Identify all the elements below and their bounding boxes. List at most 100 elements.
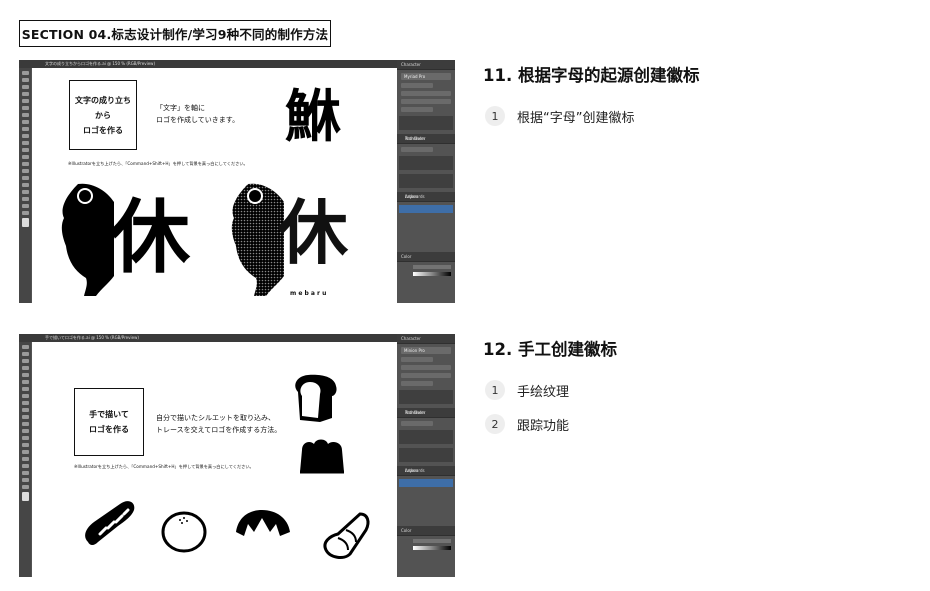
- leading-field[interactable]: [401, 373, 451, 378]
- artboard-tool-icon[interactable]: [21, 197, 29, 201]
- shape-builder-tool-icon[interactable]: [21, 443, 29, 447]
- snap-to-glyph[interactable]: [401, 107, 433, 112]
- font-style-field[interactable]: [401, 83, 433, 88]
- shape-mode-buttons[interactable]: [399, 156, 453, 170]
- line-tool-icon[interactable]: [21, 113, 29, 117]
- rotate-tool-icon[interactable]: [21, 422, 29, 426]
- pen-tool-icon[interactable]: [21, 373, 29, 377]
- direct-selection-tool-icon[interactable]: [21, 78, 29, 82]
- rotate-tool-icon[interactable]: [21, 148, 29, 152]
- magic-wand-tool-icon[interactable]: [21, 359, 29, 363]
- fill-stroke-icon[interactable]: [21, 492, 29, 501]
- canvas-caption: 「文字」を軸に ロゴを作成していきます。: [156, 104, 240, 124]
- blend-tool-icon[interactable]: [21, 190, 29, 194]
- lasso-tool-icon[interactable]: [21, 92, 29, 96]
- rectangle-tool-icon[interactable]: [21, 394, 29, 398]
- fill-stroke-icon[interactable]: [21, 218, 29, 227]
- blend-tool-icon[interactable]: [21, 464, 29, 468]
- bread-loaf-icon: [295, 374, 337, 422]
- artboard-canvas[interactable]: 文字の成り立ち から ロゴを作る 「文字」を軸に ロゴを作成していきます。 ※I…: [32, 68, 397, 303]
- right-panels: Character Minion Pro Transform Pathfinde…: [397, 334, 455, 577]
- pathfinder-buttons[interactable]: [399, 448, 453, 462]
- snap-to-glyph[interactable]: [401, 381, 433, 386]
- artboard-canvas[interactable]: 手で描いて ロゴを作る 自分で描いたシルエットを取り込み、 トレースを交えてロゴ…: [32, 342, 397, 577]
- eyedropper-tool-icon[interactable]: [21, 457, 29, 461]
- mebaru-subtext: m e b a r u: [290, 290, 327, 297]
- font-style-field[interactable]: [401, 357, 433, 362]
- scale-tool-icon[interactable]: [21, 155, 29, 159]
- logo-title-box: 文字の成り立ち から ロゴを作る: [69, 80, 137, 150]
- artboard-tool-icon[interactable]: [21, 471, 29, 475]
- layer-row[interactable]: [399, 205, 453, 213]
- paintbrush-tool-icon[interactable]: [21, 127, 29, 131]
- color-spectrum[interactable]: [413, 546, 451, 550]
- character-panel-tab[interactable]: Character: [397, 334, 455, 344]
- leading-field[interactable]: [401, 99, 451, 104]
- cornet-bread-icon: [323, 512, 370, 559]
- paintbrush-tool-icon[interactable]: [21, 401, 29, 405]
- kanji-large: 鮴: [285, 85, 341, 150]
- toolbar: [19, 68, 31, 303]
- pathfinder-panel-tab[interactable]: Transform Pathfinder: [397, 134, 455, 144]
- pathfinder-panel-tab[interactable]: Transform Pathfinder: [397, 408, 455, 418]
- selection-tool-icon[interactable]: [21, 71, 29, 75]
- scale-tool-icon[interactable]: [21, 429, 29, 433]
- type-tool-icon[interactable]: [21, 380, 29, 384]
- width-tool-icon[interactable]: [21, 436, 29, 440]
- list-number-badge: 2: [485, 414, 505, 434]
- kanji-part-solid: 休: [110, 191, 190, 284]
- list-number-badge: 1: [485, 106, 505, 126]
- list-item-text: 手绘纹理: [517, 384, 570, 400]
- hand-tool-icon[interactable]: [21, 478, 29, 482]
- font-size-field[interactable]: [401, 91, 451, 96]
- width-tool-icon[interactable]: [21, 162, 29, 166]
- direct-selection-tool-icon[interactable]: [21, 352, 29, 356]
- document-tab[interactable]: 手で描いてロゴを作る.ai @ 150 % (RGB/Preview): [19, 334, 397, 342]
- shape-mode-buttons[interactable]: [399, 430, 453, 444]
- list-item-text: 跟踪功能: [517, 418, 570, 434]
- selection-tool-icon[interactable]: [21, 345, 29, 349]
- pencil-tool-icon[interactable]: [21, 408, 29, 412]
- font-family-field[interactable]: Minion Pro: [401, 347, 451, 354]
- gradient-tool-icon[interactable]: [21, 176, 29, 180]
- color-panel-tab[interactable]: Color: [397, 252, 455, 262]
- illustrator-screenshot-2: 手で描いてロゴを作る.ai @ 150 % (RGB/Preview) 手で描い…: [19, 334, 455, 577]
- glyph-snap-buttons[interactable]: [399, 390, 453, 404]
- color-slider[interactable]: [413, 539, 451, 543]
- document-tab[interactable]: 文字の成り立ちからロゴを作る.ai @ 150 % (RGB/Preview): [19, 60, 397, 68]
- color-slider[interactable]: [413, 265, 451, 269]
- artboards-tab-label: Artboards: [405, 468, 425, 473]
- layers-panel-tab[interactable]: Layers Artboards: [397, 466, 455, 476]
- section-title: SECTION 04.标志设计制作/学习9种不同的制作方法: [19, 20, 331, 47]
- eraser-tool-icon[interactable]: [21, 415, 29, 419]
- color-panel-tab[interactable]: Color: [397, 526, 455, 536]
- pen-tool-icon[interactable]: [21, 99, 29, 103]
- color-spectrum[interactable]: [413, 272, 451, 276]
- font-size-field[interactable]: [401, 365, 451, 370]
- kanji-part-textured: 休: [278, 192, 348, 274]
- layers-panel-tab[interactable]: Layers Artboards: [397, 192, 455, 202]
- type-tool-icon[interactable]: [21, 106, 29, 110]
- pathfinder-buttons[interactable]: [399, 174, 453, 188]
- lasso-tool-icon[interactable]: [21, 366, 29, 370]
- font-family-field[interactable]: Myriad Pro: [401, 73, 451, 80]
- character-panel-tab[interactable]: Character: [397, 60, 455, 70]
- zoom-tool-icon[interactable]: [21, 211, 29, 215]
- glyph-snap-buttons[interactable]: [399, 116, 453, 130]
- block1-list-item: 1 根据“字母”创建徽标: [485, 106, 634, 126]
- shape-builder-tool-icon[interactable]: [21, 169, 29, 173]
- zoom-tool-icon[interactable]: [21, 485, 29, 489]
- magic-wand-tool-icon[interactable]: [21, 85, 29, 89]
- hand-tool-icon[interactable]: [21, 204, 29, 208]
- list-item-text: 根据“字母”创建徽标: [517, 110, 635, 126]
- eraser-tool-icon[interactable]: [21, 141, 29, 145]
- rectangle-tool-icon[interactable]: [21, 120, 29, 124]
- line-tool-icon[interactable]: [21, 387, 29, 391]
- pencil-tool-icon[interactable]: [21, 134, 29, 138]
- block2-list-item: 2 跟踪功能: [485, 414, 569, 434]
- fish-eye: [249, 190, 261, 202]
- font-family-value: Myriad Pro: [404, 74, 426, 79]
- eyedropper-tool-icon[interactable]: [21, 183, 29, 187]
- layer-row[interactable]: [399, 479, 453, 487]
- gradient-tool-icon[interactable]: [21, 450, 29, 454]
